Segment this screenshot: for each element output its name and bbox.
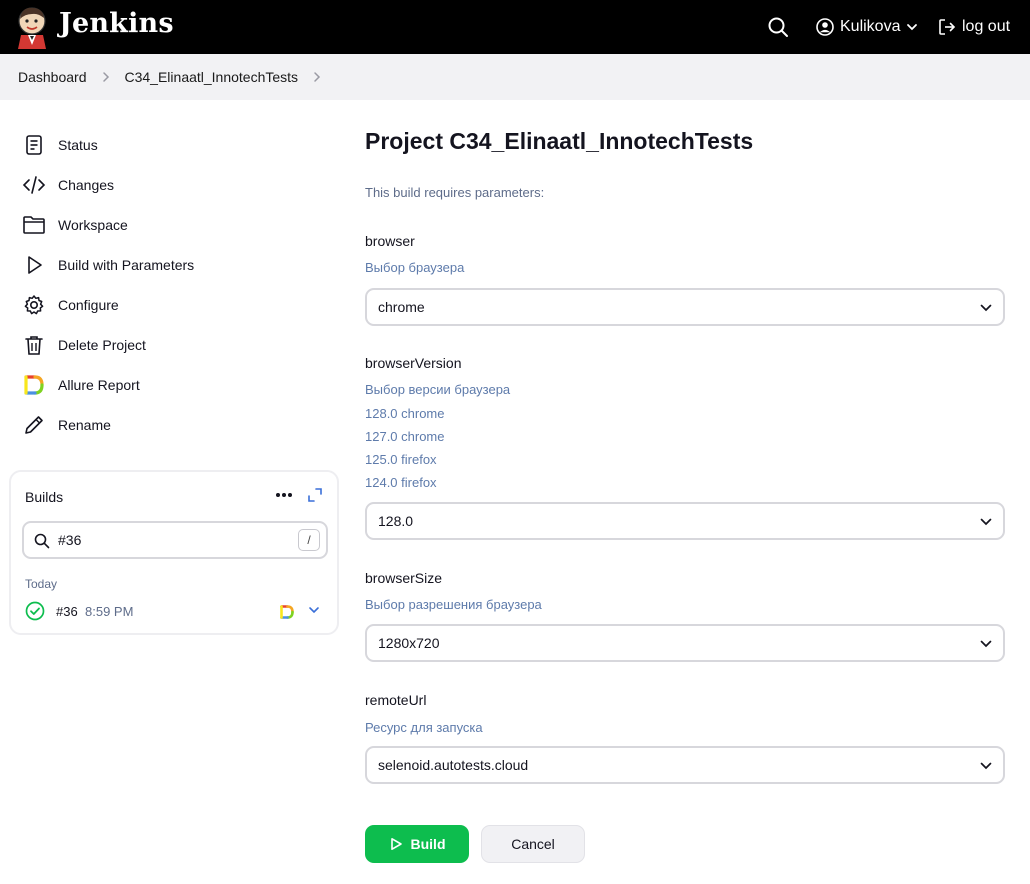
param-desc-line: 124.0 firefox [365,475,437,490]
select-value: 128.0 [378,513,414,529]
success-check-icon [25,601,45,621]
chevron-down-icon [980,518,992,526]
breadcrumb-dashboard[interactable]: Dashboard [18,69,87,85]
code-icon [22,173,46,197]
logout-label: log out [962,18,1011,35]
sidebar-item-label: Changes [58,177,115,193]
param-desc-line: 127.0 chrome [365,429,445,444]
sidebar-item-status[interactable]: Status [22,125,322,165]
build-number-link[interactable]: #36 [56,604,78,619]
sidebar-item-label: Status [58,137,98,153]
jenkins-brand[interactable]: Jenkins [59,8,174,39]
sidebar-item-changes[interactable]: Changes [22,165,322,205]
builds-search-input[interactable] [58,530,278,550]
user-menu[interactable]: Kulikova [816,14,918,40]
search-icon [34,533,50,549]
page-title: Project C34_Elinaatl_InnotechTests [365,128,754,154]
sidebar-item-delete-project[interactable]: Delete Project [22,325,322,365]
param-name-browser-size: browserSize [365,570,443,586]
cancel-button[interactable]: Cancel [481,825,585,863]
builds-search-field[interactable]: / [22,521,328,559]
builds-day-label: Today [25,577,58,591]
select-value: chrome [378,299,425,315]
build-time: 8:59 PM [85,604,134,619]
requires-parameters-note: This build requires parameters: [365,185,545,200]
param-desc-browser-version: Выбор версии браузера [365,382,511,397]
param-name-remote-url: remoteUrl [365,692,427,708]
sidebar-item-workspace[interactable]: Workspace [22,205,322,245]
sidebar-item-label: Workspace [58,217,128,233]
chevron-down-icon [980,304,992,312]
build-row[interactable]: #36 8:59 PM [23,600,323,624]
breadcrumb-project[interactable]: C34_Elinaatl_InnotechTests [125,69,299,85]
builds-widget: Builds / Today #36 8:59 PM [9,470,339,635]
allure-icon[interactable] [279,604,295,620]
param-desc-line: 125.0 firefox [365,452,437,467]
browser-version-select[interactable]: 128.0 [365,502,1005,540]
folder-icon [22,213,46,237]
user-icon [816,18,834,36]
browser-select[interactable]: chrome [365,288,1005,326]
logout-link[interactable]: log out [937,14,1010,40]
select-value: 1280x720 [378,635,440,651]
param-desc-remote-url: Ресурс для запуска [365,720,483,735]
build-button[interactable]: Build [365,825,469,863]
breadcrumb: Dashboard C34_Elinaatl_InnotechTests [0,54,1030,100]
play-icon [390,838,402,850]
logout-icon [939,19,956,35]
browser-size-select[interactable]: 1280x720 [365,624,1005,662]
select-value: selenoid.autotests.cloud [378,757,529,773]
sidebar-item-label: Rename [58,417,111,433]
sidebar-item-rename[interactable]: Rename [22,405,322,445]
build-button-label: Build [410,836,446,852]
param-desc-line: 128.0 chrome [365,406,445,421]
notepad-icon [22,133,46,157]
builds-title: Builds [25,489,64,505]
keyboard-shortcut-hint: / [298,529,320,551]
allure-icon [22,373,46,397]
param-name-browser-version: browserVersion [365,355,462,371]
more-options-icon[interactable] [273,486,295,504]
chevron-right-icon [101,71,111,83]
sidebar-item-allure-report[interactable]: Allure Report [22,365,322,405]
param-desc-browser-size: Выбор разрешения браузера [365,597,542,612]
chevron-down-icon [980,762,992,770]
play-icon [22,253,46,277]
user-name: Kulikova [840,18,901,35]
chevron-down-icon[interactable] [307,603,321,617]
pencil-icon [22,413,46,437]
param-name-browser: browser [365,233,415,249]
search-icon[interactable] [765,14,791,40]
trash-icon [22,333,46,357]
chevron-right-icon[interactable] [312,71,322,83]
sidebar-item-label: Configure [58,297,119,313]
sidebar-item-configure[interactable]: Configure [22,285,322,325]
side-nav: Status Changes Workspace Build with Para… [22,125,322,445]
chevron-down-icon [907,24,918,31]
sidebar-item-label: Delete Project [58,337,146,353]
remote-url-select[interactable]: selenoid.autotests.cloud [365,746,1005,784]
sidebar-item-label: Allure Report [58,377,140,393]
param-desc-browser: Выбор браузера [365,260,465,275]
jenkins-logo-icon[interactable] [16,5,48,49]
sidebar-item-build-with-parameters[interactable]: Build with Parameters [22,245,322,285]
gear-icon [22,293,46,317]
expand-icon[interactable] [307,487,323,503]
sidebar-item-label: Build with Parameters [58,257,195,273]
top-header: Jenkins Kulikova log out [0,0,1030,54]
chevron-down-icon [980,640,992,648]
